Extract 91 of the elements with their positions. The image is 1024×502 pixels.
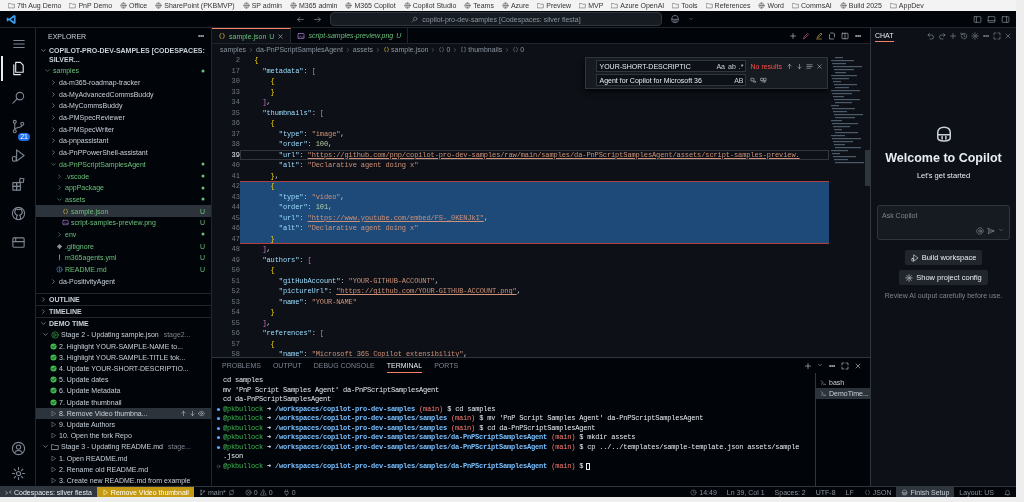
plus-icon[interactable] <box>949 32 957 40</box>
chevron-down-icon[interactable] <box>817 361 823 368</box>
braces-icon <box>863 488 871 496</box>
folder-icon <box>672 2 680 9</box>
search-icon <box>411 15 419 23</box>
run-debug-icon <box>910 253 919 262</box>
compare-icon[interactable] <box>828 31 836 40</box>
send-icon[interactable] <box>987 227 995 235</box>
bell-icon <box>1004 488 1011 496</box>
undo-icon[interactable] <box>927 32 935 40</box>
mention-icon[interactable] <box>976 227 984 235</box>
clock-icon <box>690 488 698 496</box>
globe-icon <box>345 2 353 9</box>
plug-icon <box>282 488 290 496</box>
globe-icon <box>242 2 250 9</box>
forward-icon[interactable] <box>313 14 322 24</box>
shell-icon <box>820 390 827 397</box>
exclamation-icon <box>56 254 63 262</box>
more-actions-icon[interactable] <box>197 32 205 40</box>
braces-icon <box>218 32 226 40</box>
branch-icon <box>198 488 206 496</box>
maximize-icon[interactable] <box>841 361 849 370</box>
play-icon <box>101 488 109 496</box>
new-terminal-icon[interactable] <box>804 361 812 370</box>
shell-icon <box>820 379 827 386</box>
plus-icon[interactable] <box>789 31 797 40</box>
folder-icon <box>792 2 799 9</box>
replace-icon[interactable] <box>750 76 758 84</box>
globe-icon <box>464 2 472 9</box>
highlighter-icon[interactable] <box>815 31 823 40</box>
diamond-icon <box>56 242 63 250</box>
chevron-right-icon <box>430 46 437 53</box>
replace-all-icon[interactable] <box>760 76 768 84</box>
more-actions-icon[interactable] <box>982 32 990 40</box>
close-icon[interactable] <box>277 32 285 40</box>
globe-icon <box>403 2 411 9</box>
sync-icon <box>227 488 235 496</box>
object-icon <box>438 46 446 53</box>
warning-icon <box>259 488 267 496</box>
chevron-right-icon <box>504 46 511 53</box>
folder-icon <box>8 2 15 9</box>
scrollbar-thumb[interactable] <box>865 150 870 186</box>
copilot-icon <box>901 488 909 496</box>
toggle-secondary-sidebar-icon[interactable] <box>1001 14 1010 24</box>
find-in-selection-icon[interactable] <box>806 62 813 70</box>
folder-icon <box>579 2 587 9</box>
info-icon <box>56 266 63 274</box>
globe-icon <box>501 2 509 9</box>
arrow-up-icon[interactable] <box>786 62 793 70</box>
chevron-right-icon <box>375 46 382 53</box>
split-editor-icon[interactable] <box>841 31 849 40</box>
copilot-icon[interactable] <box>670 14 680 24</box>
error-icon <box>244 488 252 496</box>
settings-icon <box>905 273 914 282</box>
pen-icon[interactable] <box>802 31 810 40</box>
close-icon[interactable] <box>854 361 862 370</box>
globe-icon <box>839 2 847 9</box>
globe-icon <box>289 2 297 9</box>
folder-icon <box>69 2 77 9</box>
remote-icon <box>5 488 12 496</box>
chevron-right-icon <box>344 46 351 53</box>
maximize-icon[interactable] <box>993 32 1001 40</box>
arrow-down-icon[interactable] <box>796 62 803 70</box>
arrow-up-icon[interactable] <box>180 409 187 417</box>
globe-icon <box>120 2 128 9</box>
folder-icon <box>705 2 713 9</box>
close-icon[interactable] <box>816 62 823 70</box>
folder-icon <box>889 2 897 9</box>
arrow-down-icon[interactable] <box>189 409 196 417</box>
chevron-right-icon <box>248 46 255 53</box>
chevron-right-icon <box>452 46 459 53</box>
vscode-logo-icon <box>6 13 17 25</box>
back-icon[interactable] <box>296 14 305 24</box>
braces-icon <box>383 46 391 53</box>
array-icon <box>460 46 468 53</box>
globe-icon <box>155 2 163 9</box>
folder-icon <box>611 2 619 9</box>
eye-icon[interactable] <box>198 409 205 417</box>
image-icon <box>62 219 69 227</box>
close-icon[interactable] <box>1004 32 1012 40</box>
welcome-heading: Welcome to Copilot <box>885 151 1002 165</box>
object-icon <box>512 46 520 53</box>
toggle-sidebar-icon[interactable] <box>973 14 982 24</box>
toggle-panel-icon[interactable] <box>987 14 996 24</box>
folder-icon <box>537 2 545 9</box>
image-icon <box>297 31 306 40</box>
redo-icon[interactable] <box>938 32 946 40</box>
globe-icon <box>758 2 766 9</box>
braces-icon <box>62 207 69 215</box>
history-icon[interactable] <box>960 32 968 40</box>
settings-icon[interactable] <box>971 32 979 40</box>
